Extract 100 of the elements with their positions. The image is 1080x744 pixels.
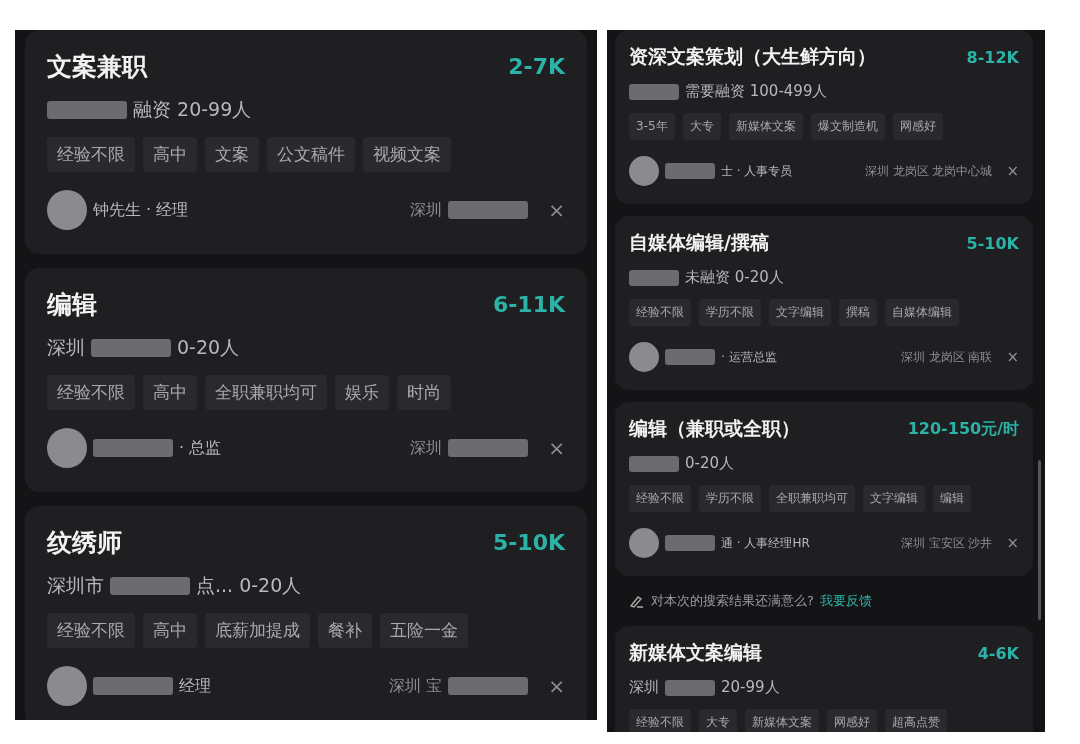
job-title: 编辑: [47, 289, 97, 321]
company-info: 未融资 0-20人: [685, 268, 784, 287]
job-tag: 大专: [699, 709, 737, 732]
job-tag: 经验不限: [629, 299, 691, 326]
job-tag: 时尚: [397, 375, 451, 410]
job-tag: 视频文案: [363, 137, 451, 172]
company-info: 需要融资 100-499人: [685, 82, 828, 101]
close-button[interactable]: ×: [534, 674, 565, 698]
salary: 6-11K: [492, 292, 565, 317]
recruiter-name: · 运营总监: [721, 348, 777, 366]
job-location: 深圳 龙岗区 龙岗中心城: [864, 162, 993, 180]
job-tag: 大专: [682, 113, 721, 140]
job-card[interactable]: 编辑 6-11K 深圳 0-20人 经验不限 高中 全职兼职均可 娱乐 时尚 · 总监 深圳 ×: [25, 268, 587, 492]
job-tag: 全职兼职均可: [769, 485, 855, 512]
job-location: 深圳 宝安区 沙井: [900, 534, 993, 552]
redaction-block: [629, 83, 679, 100]
company-info: 0-20人: [685, 454, 735, 473]
job-tag: 编辑: [933, 485, 971, 512]
job-card[interactable]: 编辑（兼职或全职） 120-150元/时 0-20人 经验不限 学历不限 全职兼职均可 文字编辑 编辑 通 · 人事经理HR 深圳 宝安区 沙井 ×: [615, 402, 1033, 576]
avatar-icon: [629, 342, 659, 372]
job-card[interactable]: 自媒体编辑/撰稿 5-10K 未融资 0-20人 经验不限 学历不限 文字编辑 撰稿 自媒体编辑 · 运营总监 深圳 龙岗区 南联 ×: [615, 216, 1033, 390]
recruiter-name: 士 · 人事专员: [721, 162, 793, 180]
salary: 2-7K: [508, 54, 565, 79]
job-tag: 餐补: [318, 613, 372, 648]
job-tag: 文字编辑: [863, 485, 925, 512]
salary: 5-10K: [966, 233, 1019, 253]
job-location: 深圳: [410, 199, 443, 221]
recruiter-name: 经理: [179, 675, 211, 697]
job-tag: 3-5年: [629, 113, 675, 140]
close-button[interactable]: ×: [998, 348, 1019, 366]
company-info: 深圳: [47, 335, 85, 360]
job-tag: 高中: [143, 613, 197, 648]
scrollbar[interactable]: [1038, 460, 1041, 620]
job-tag: 文字编辑: [769, 299, 831, 326]
avatar-icon: [47, 666, 87, 706]
company-info: 深圳市: [47, 573, 104, 598]
job-tag: 五险一金: [380, 613, 468, 648]
avatar-icon: [629, 528, 659, 558]
company-info: 深圳: [629, 678, 659, 697]
job-tag: 网感好: [827, 709, 877, 732]
job-title: 自媒体编辑/撰稿: [629, 230, 769, 255]
avatar-icon: [629, 156, 659, 186]
close-button[interactable]: ×: [998, 534, 1019, 552]
company-info: 点... 0-20人: [196, 573, 302, 598]
job-tag: 爆文制造机: [810, 113, 885, 140]
job-card[interactable]: 新媒体文案编辑 4-6K 深圳 20-99人 经验不限 大专 新媒体文案 网感好 超高点赞: [615, 626, 1033, 732]
job-location: 深圳 龙岗区 南联: [900, 348, 993, 366]
job-title: 编辑（兼职或全职）: [629, 416, 800, 441]
job-tag: 经验不限: [629, 709, 691, 732]
pen-icon: [629, 593, 645, 609]
job-tag: 撰稿: [839, 299, 877, 326]
job-tag: 新媒体文案: [728, 113, 803, 140]
job-card[interactable]: 纹绣师 5-10K 深圳市 点... 0-20人 经验不限 高中 底薪加提成 餐补 五险一金 经理 深圳 宝 ×: [25, 506, 587, 720]
job-tag: 文案: [205, 137, 259, 172]
close-button[interactable]: ×: [534, 436, 565, 460]
redaction-block: [665, 163, 715, 179]
job-tag: 公文稿件: [267, 137, 355, 172]
job-title: 新媒体文案编辑: [629, 640, 762, 665]
job-location: 深圳 宝: [389, 675, 443, 697]
avatar-icon: [47, 428, 87, 468]
salary: 8-12K: [966, 47, 1019, 67]
job-tag: 超高点赞: [885, 709, 947, 732]
job-tag: 新媒体文案: [745, 709, 819, 732]
job-location: 深圳: [410, 437, 443, 459]
job-tag: 经验不限: [47, 613, 135, 648]
job-card[interactable]: 资深文案策划（大生鲜方向） 8-12K 需要融资 100-499人 3-5年 大专 新媒体文案 爆文制造机 网感好 士 · 人事专员 深圳 龙岗区 龙岗中心城 ×: [615, 30, 1033, 204]
redaction-block: [629, 455, 679, 472]
company-info: 融资 20-99人: [133, 97, 252, 122]
close-button[interactable]: ×: [534, 198, 565, 222]
job-tag: 学历不限: [699, 485, 761, 512]
redaction-block: [665, 349, 715, 365]
company-info: 0-20人: [177, 335, 240, 360]
salary: 4-6K: [977, 643, 1019, 663]
company-info: 20-99人: [721, 678, 780, 697]
job-tag: 经验不限: [629, 485, 691, 512]
feedback-question: 对本次的搜索结果还满意么?: [651, 592, 814, 610]
salary: 5-10K: [492, 530, 565, 555]
job-tag: 高中: [143, 375, 197, 410]
job-tag: 全职兼职均可: [205, 375, 327, 410]
recruiter-name: 通 · 人事经理HR: [721, 534, 810, 552]
job-tag: 底薪加提成: [205, 613, 310, 648]
recruiter-name: 钟先生 · 经理: [93, 199, 189, 221]
job-tag: 高中: [143, 137, 197, 172]
job-tag: 经验不限: [47, 137, 135, 172]
redaction-block: [665, 535, 715, 551]
feedback-link[interactable]: 我要反馈: [819, 592, 872, 610]
close-button[interactable]: ×: [998, 162, 1019, 180]
job-card[interactable]: 文案兼职 2-7K 融资 20-99人 经验不限 高中 文案 公文稿件 视频文案 钟先生 · 经理 深圳 ×: [25, 30, 587, 254]
redaction-block: [665, 679, 715, 696]
job-title: 文案兼职: [47, 51, 147, 83]
job-tag: 自媒体编辑: [885, 299, 959, 326]
avatar-icon: [47, 190, 87, 230]
job-tag: 学历不限: [699, 299, 761, 326]
redaction-block: [629, 269, 679, 286]
job-tag: 经验不限: [47, 375, 135, 410]
job-tag: 网感好: [892, 113, 943, 140]
job-tag: 娱乐: [335, 375, 389, 410]
job-title: 资深文案策划（大生鲜方向）: [629, 44, 876, 69]
recruiter-name: · 总监: [179, 437, 222, 459]
salary: 120-150元/时: [907, 418, 1019, 440]
